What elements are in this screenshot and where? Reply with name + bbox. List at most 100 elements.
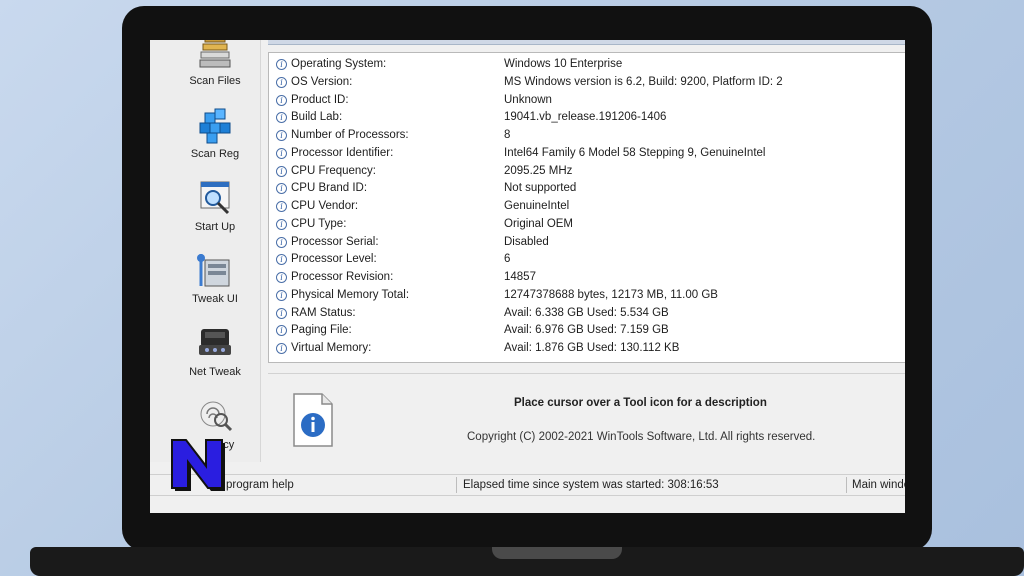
start-up-icon — [200, 181, 230, 215]
info-label: Build Lab: — [291, 111, 343, 124]
net-tweak-button[interactable]: Net Tweak — [172, 323, 258, 393]
info-label: Paging File: — [291, 324, 352, 337]
tool-label: Scan Reg — [190, 148, 240, 160]
scan-files-icon — [199, 40, 231, 68]
info-icon: i — [276, 183, 287, 195]
info-icon: i — [276, 59, 287, 70]
channel-logo-n-icon — [171, 439, 225, 491]
info-label: Processor Identifier: — [291, 146, 394, 159]
info-icon: i — [276, 343, 287, 354]
info-icon: i — [276, 130, 287, 141]
info-label: CPU Vendor: — [291, 200, 359, 212]
system-info-list[interactable]: i Operating System: Windows 10 Enterprise i… — [268, 52, 905, 363]
info-document-icon — [293, 393, 333, 447]
info-value: Avail: 1.876 GB Used: 130.112 KB — [504, 342, 680, 354]
laptop-base — [30, 547, 1024, 576]
info-row[interactable]: i RAM Status: Avail: 6.338 GB Used: 5.534 … — [269, 306, 905, 323]
info-icon: i — [276, 112, 287, 124]
info-value: 19041.vb_release.191206-1406 — [504, 111, 667, 124]
info-label: Virtual Memory: — [291, 342, 372, 354]
info-icon: i — [276, 325, 287, 337]
info-value: Disabled — [504, 235, 549, 248]
info-value: Avail: 6.976 GB Used: 7.159 GB — [504, 324, 669, 337]
scan-reg-button[interactable]: Scan Reg — [172, 105, 258, 175]
info-icon: i — [276, 201, 287, 212]
info-label: Product ID: — [291, 93, 349, 106]
tweak-ui-button[interactable]: Tweak UI — [172, 250, 258, 320]
info-label: OS Version: — [291, 75, 353, 88]
info-value: 6 — [504, 253, 511, 266]
info-value: Intel64 Family 6 Model 58 Stepping 9, Ge… — [504, 146, 766, 159]
info-value: Original OEM — [504, 217, 574, 230]
info-row[interactable]: i OS Version: MS Windows version is 6.2, B… — [269, 75, 905, 92]
status-main-window: Main window — [852, 479, 905, 491]
info-label: Operating System: — [291, 58, 387, 70]
scan-files-button[interactable]: Scan Files — [172, 40, 258, 102]
info-icon: i — [276, 218, 287, 230]
info-value: MS Windows version is 6.2, Build: 9200, … — [504, 75, 783, 88]
start-up-button[interactable]: Start Up — [172, 178, 258, 248]
info-value: Avail: 6.338 GB Used: 5.534 GB — [504, 306, 669, 319]
description-panel: Place cursor over a Tool icon for a desc… — [268, 373, 905, 464]
info-label: Physical Memory Total: — [291, 288, 410, 301]
info-icon: i — [276, 254, 287, 266]
info-row[interactable]: i Processor Level: 6 — [269, 252, 905, 269]
status-elapsed-time: Elapsed time since system was started: 3… — [463, 479, 719, 491]
info-label: CPU Brand ID: — [291, 182, 368, 195]
info-value: Not supported — [504, 182, 577, 195]
info-row[interactable]: i Build Lab: 19041.vb_release.191206-1406 — [269, 110, 905, 127]
info-icon: i — [276, 165, 287, 177]
info-row[interactable]: i Operating System: Windows 10 Enterprise — [269, 57, 905, 74]
status-separator — [846, 477, 847, 493]
status-bar: program help Elapsed time since system w… — [150, 474, 905, 496]
info-row[interactable]: i CPU Type: Original OEM — [269, 217, 905, 234]
net-tweak-icon — [199, 329, 231, 355]
tweak-ui-icon — [197, 254, 230, 287]
info-icon: i — [276, 76, 287, 88]
info-row[interactable]: i Product ID: Unknown — [269, 93, 905, 110]
info-value: Unknown — [504, 93, 552, 106]
info-row[interactable]: i CPU Brand ID: Not supported — [269, 181, 905, 198]
laptop-notch — [492, 547, 622, 559]
tool-label: Start Up — [194, 221, 236, 233]
screen: Scan Files Scan Reg Start Up Tweak UI Ne… — [150, 40, 905, 513]
info-label: Number of Processors: — [291, 129, 409, 141]
info-icon: i — [276, 307, 287, 319]
info-row[interactable]: i Processor Serial: Disabled — [269, 235, 905, 252]
tab-strip — [268, 40, 905, 45]
info-label: Processor Level: — [291, 253, 377, 266]
scan-reg-icon — [199, 108, 231, 144]
tool-label: Tweak UI — [192, 293, 238, 305]
info-row[interactable]: i CPU Vendor: GenuineIntel — [269, 199, 905, 216]
info-row[interactable]: i CPU Frequency: 2095.25 MHz — [269, 164, 905, 181]
info-row[interactable]: i Processor Revision: 14857 — [269, 270, 905, 287]
info-label: CPU Type: — [291, 217, 347, 230]
info-row[interactable]: i Number of Processors: 8 — [269, 128, 905, 145]
status-separator — [456, 477, 457, 493]
privacy-icon — [200, 401, 233, 432]
info-label: Processor Serial: — [291, 235, 379, 248]
info-value: Windows 10 Enterprise — [504, 58, 623, 70]
info-value: 2095.25 MHz — [504, 164, 573, 177]
info-icon: i — [276, 289, 287, 301]
app-window: Scan Files Scan Reg Start Up Tweak UI Ne… — [150, 40, 905, 513]
info-value: GenuineIntel — [504, 200, 570, 212]
tool-label: Scan Files — [189, 75, 241, 87]
info-label: Processor Revision: — [291, 271, 394, 283]
tool-sidebar: Scan Files Scan Reg Start Up Tweak UI Ne… — [150, 40, 261, 462]
info-icon: i — [276, 236, 287, 248]
info-row[interactable]: i Virtual Memory: Avail: 1.876 GB Used: 13… — [269, 341, 905, 358]
description-title: Place cursor over a Tool icon for a desc… — [514, 397, 767, 409]
info-row[interactable]: i Physical Memory Total: 12747378688 bytes… — [269, 288, 905, 305]
info-label: CPU Frequency: — [291, 164, 377, 177]
info-row[interactable]: i Paging File: Avail: 6.976 GB Used: 7.159… — [269, 323, 905, 340]
info-value: 12747378688 bytes, 12173 MB, 11.00 GB — [504, 288, 718, 301]
info-value: 8 — [504, 129, 511, 141]
status-help: program help — [226, 479, 294, 491]
info-icon: i — [276, 94, 287, 106]
info-label: RAM Status: — [291, 306, 356, 319]
info-row[interactable]: i Processor Identifier: Intel64 Family 6 M… — [269, 146, 905, 163]
copyright-text: Copyright (C) 2002-2021 WinTools Softwar… — [467, 431, 816, 443]
info-value: 14857 — [504, 271, 536, 283]
info-icon: i — [276, 272, 287, 283]
